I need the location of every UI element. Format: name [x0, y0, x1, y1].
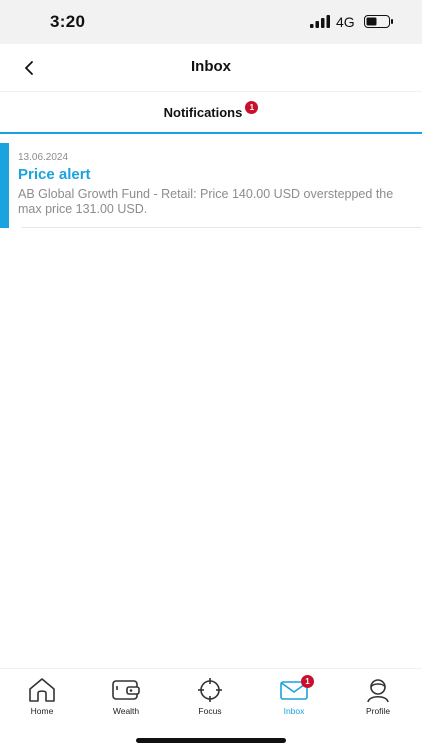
nav-label: Focus: [198, 706, 222, 716]
nav-focus[interactable]: Focus: [175, 677, 245, 727]
notification-item[interactable]: 13.06.2024 Price alert AB Global Growth …: [0, 143, 422, 229]
nav-label: Inbox: [283, 706, 305, 716]
active-tab-indicator: [0, 132, 422, 134]
home-icon: [29, 678, 55, 702]
nav-header: Inbox: [0, 44, 422, 92]
nav-label: Profile: [365, 706, 391, 716]
divider: [22, 227, 422, 228]
nav-inbox[interactable]: 1 Inbox: [259, 675, 329, 727]
page-title: Inbox: [191, 58, 231, 75]
notification-title: Price alert: [18, 166, 91, 183]
home-indicator: [136, 738, 286, 743]
battery-icon: [364, 15, 393, 28]
signal-icon: [310, 15, 330, 28]
inbox-badge: 1: [301, 675, 314, 688]
nav-label: Wealth: [112, 706, 140, 716]
crosshair-icon: [198, 678, 222, 702]
nav-label: Home: [30, 706, 54, 716]
nav-wealth[interactable]: Wealth: [91, 677, 161, 727]
tab-label: Notifications: [163, 104, 243, 120]
network-type: 4G: [336, 14, 355, 30]
status-time: 3:20: [50, 12, 86, 31]
unread-indicator: [0, 143, 9, 228]
notification-body: AB Global Growth Fund - Retail: Price 14…: [18, 187, 394, 216]
notification-count-badge: 1: [245, 100, 259, 114]
status-bar: 3:20 4G: [0, 0, 422, 44]
wallet-icon: [112, 680, 140, 700]
tab-notifications[interactable]: Notifications 1: [0, 92, 422, 132]
profile-icon: [367, 679, 389, 703]
tab-bar: Notifications 1: [0, 92, 422, 134]
nav-home[interactable]: Home: [7, 677, 77, 727]
notification-date: 13.06.2024: [18, 152, 69, 163]
nav-profile[interactable]: Profile: [343, 677, 413, 727]
